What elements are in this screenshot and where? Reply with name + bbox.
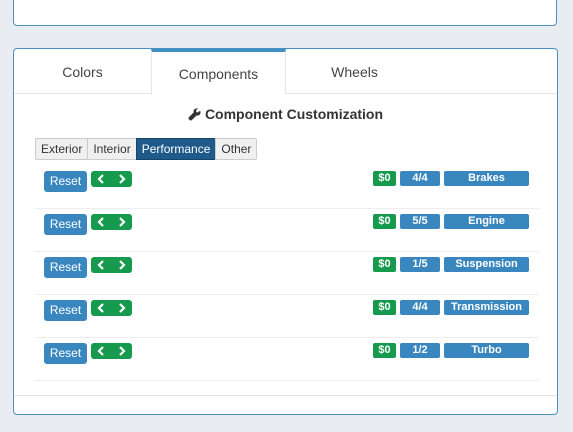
- component-name-badge: Suspension: [444, 257, 529, 272]
- reset-button[interactable]: Reset: [44, 300, 87, 321]
- prev-next-control: [91, 343, 132, 359]
- chevron-left-icon[interactable]: [91, 300, 111, 316]
- chevron-left-icon[interactable]: [91, 171, 111, 187]
- chevron-right-icon[interactable]: [112, 171, 132, 187]
- component-row: Reset $0 1/2 Turbo: [35, 337, 539, 381]
- level-badge: 5/5: [400, 214, 440, 229]
- reset-button[interactable]: Reset: [44, 257, 87, 278]
- subtab-interior[interactable]: Interior: [87, 138, 137, 160]
- component-name-badge: Brakes: [444, 171, 529, 186]
- price-badge: $0: [373, 300, 396, 315]
- prev-next-control: [91, 300, 132, 316]
- tab-components[interactable]: Components: [151, 49, 286, 94]
- price-badge: $0: [373, 257, 396, 272]
- component-row: Reset $0 4/4 Transmission: [35, 294, 539, 338]
- component-row: Reset $0 5/5 Engine: [35, 208, 539, 252]
- top-panel: [13, 0, 557, 26]
- component-row: Reset $0 4/4 Brakes: [35, 165, 539, 209]
- price-badge: $0: [373, 343, 396, 358]
- customization-panel: Colors Components Wheels Component Custo…: [13, 48, 558, 415]
- component-name-badge: Transmission: [444, 300, 529, 315]
- chevron-left-icon[interactable]: [91, 257, 111, 273]
- level-badge: 1/5: [400, 257, 440, 272]
- reset-button[interactable]: Reset: [44, 343, 87, 364]
- section-heading-text: Component Customization: [204, 106, 384, 122]
- subtab-exterior[interactable]: Exterior: [35, 138, 89, 160]
- prev-next-control: [91, 171, 132, 187]
- level-badge: 1/2: [400, 343, 440, 358]
- level-badge: 4/4: [400, 171, 440, 186]
- component-row: Reset $0 1/5 Suspension: [35, 251, 539, 295]
- prev-next-control: [91, 257, 132, 273]
- tab-colors[interactable]: Colors: [14, 49, 151, 93]
- chevron-right-icon[interactable]: [112, 257, 132, 273]
- chevron-left-icon[interactable]: [91, 214, 111, 230]
- subtab-other[interactable]: Other: [215, 138, 258, 160]
- component-name-badge: Engine: [444, 214, 529, 229]
- subtab-bar: Exterior Interior Performance Other: [35, 138, 258, 160]
- reset-button[interactable]: Reset: [44, 214, 87, 235]
- tab-wheels[interactable]: Wheels: [286, 49, 423, 93]
- section-heading: Component Customization: [14, 106, 557, 122]
- price-badge: $0: [373, 214, 396, 229]
- wrench-icon: [188, 108, 201, 121]
- prev-next-control: [91, 214, 132, 230]
- panel-footer-divider: [14, 395, 557, 396]
- chevron-right-icon[interactable]: [112, 300, 132, 316]
- chevron-right-icon[interactable]: [112, 343, 132, 359]
- price-badge: $0: [373, 171, 396, 186]
- chevron-right-icon[interactable]: [112, 214, 132, 230]
- subtab-performance[interactable]: Performance: [135, 138, 217, 160]
- component-name-badge: Turbo: [444, 343, 529, 358]
- reset-button[interactable]: Reset: [44, 171, 87, 192]
- chevron-left-icon[interactable]: [91, 343, 111, 359]
- level-badge: 4/4: [400, 300, 440, 315]
- tab-bar: Colors Components Wheels: [14, 49, 557, 94]
